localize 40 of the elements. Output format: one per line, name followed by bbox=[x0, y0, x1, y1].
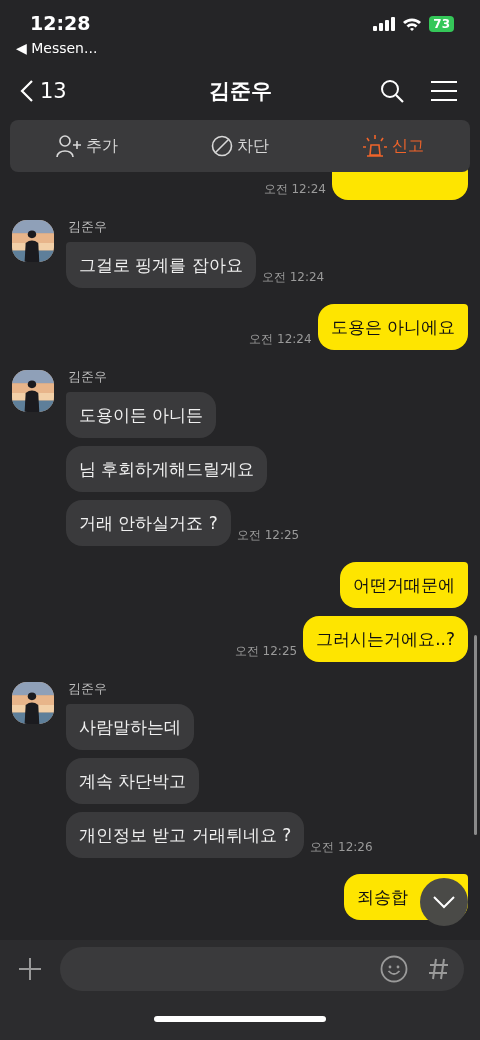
chat-title: 김준우 bbox=[208, 78, 272, 105]
hash-icon[interactable] bbox=[428, 957, 450, 981]
message-bubble: 개인정보 받고 거래튀네요 ? bbox=[66, 812, 305, 858]
message-time: 오전 12:25 bbox=[236, 527, 300, 544]
message-bubble: 그러시는거에요..? bbox=[303, 616, 468, 662]
battery-level: 73 bbox=[429, 16, 454, 32]
siren-icon bbox=[362, 134, 389, 158]
message-bubble: 사람말하는데 bbox=[66, 704, 194, 750]
sender-name: 김준우 bbox=[68, 368, 108, 386]
message-time: 오전 12:26 bbox=[310, 839, 373, 856]
plus-icon[interactable] bbox=[18, 957, 42, 981]
sender-name: 김준우 bbox=[68, 680, 108, 698]
signal-icon bbox=[373, 17, 396, 31]
action-button[interactable]: 차단 bbox=[163, 120, 317, 172]
message-time: 오전 12:25 bbox=[234, 643, 298, 660]
chevron-down-icon bbox=[432, 895, 456, 909]
message-bubble: 거래 안하실거죠 ? bbox=[66, 500, 231, 546]
search-icon[interactable] bbox=[380, 79, 404, 103]
message-bubble: 도용이든 아니든 bbox=[66, 392, 217, 438]
message-bubble: 님 후회하게해드릴게요 bbox=[66, 446, 268, 492]
back-to-app-link[interactable]: ◀ Messen... bbox=[16, 40, 98, 56]
message-bubble: 도용은 아니에요 bbox=[317, 304, 468, 350]
sender-name: 김준우 bbox=[68, 218, 108, 236]
action-button[interactable]: 추가 bbox=[10, 120, 164, 172]
status-time: 12:28 bbox=[30, 12, 92, 34]
message-bubble: 그걸로 핑계를 잡아요 bbox=[66, 242, 256, 288]
message-input-field[interactable] bbox=[60, 947, 464, 991]
back-button[interactable]: 13 bbox=[20, 79, 67, 103]
menu-icon[interactable] bbox=[430, 80, 458, 102]
add-person-icon bbox=[55, 134, 82, 158]
message-time: 오전 12:24 bbox=[249, 331, 312, 348]
message-time: 오전 12:24 bbox=[261, 269, 325, 286]
message-bubble: 어떤거때문에 bbox=[340, 562, 468, 608]
back-icon bbox=[20, 79, 34, 103]
emoji-icon[interactable] bbox=[380, 955, 408, 983]
wifi-icon bbox=[402, 17, 423, 31]
message-time: 오전 12:24 bbox=[263, 181, 326, 198]
message-bubble: 계속 차단박고 bbox=[66, 758, 200, 804]
action-button[interactable]: 신고 bbox=[316, 120, 470, 172]
block-icon bbox=[211, 135, 233, 157]
